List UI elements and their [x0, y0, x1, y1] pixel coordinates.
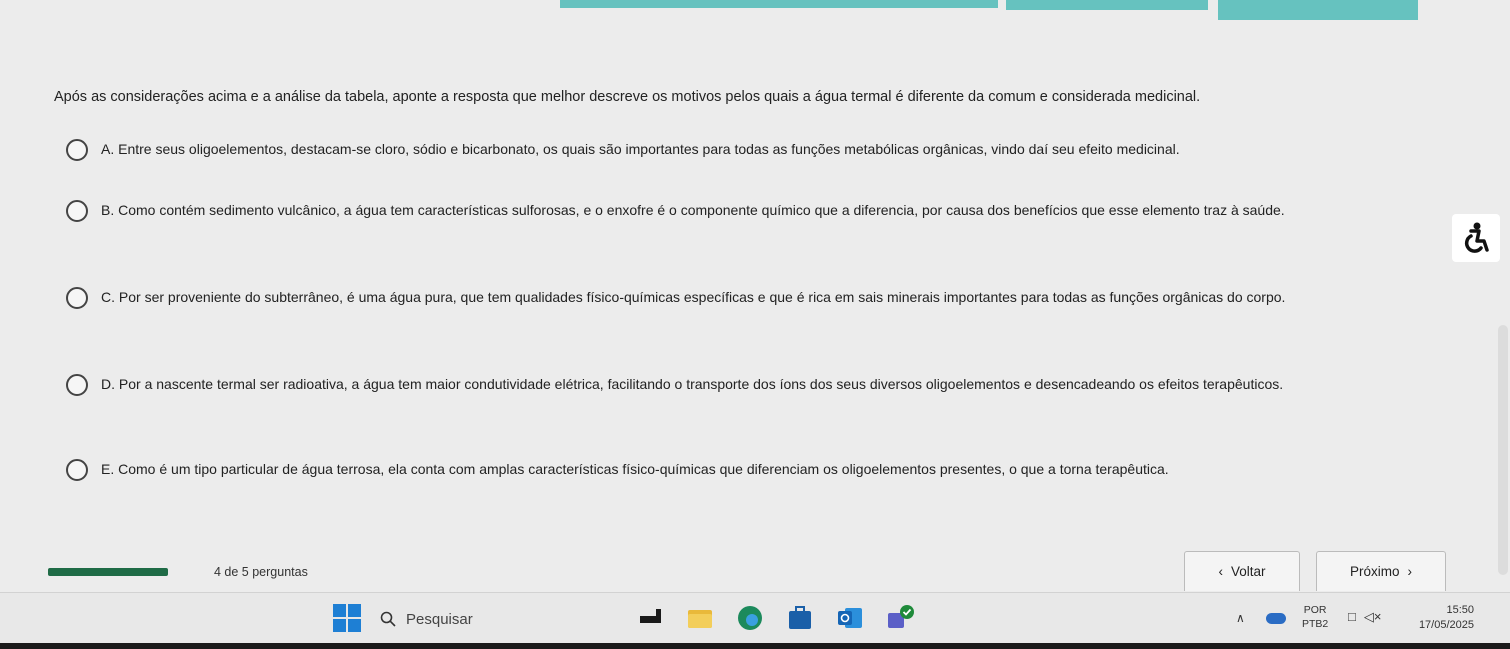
- option-text-c[interactable]: C. Por ser proveniente do subterrâneo, é…: [101, 288, 1441, 307]
- edge-browser-icon[interactable]: [736, 604, 764, 632]
- clock-time: 15:50: [1446, 604, 1474, 616]
- radio-button-d[interactable]: [66, 374, 88, 396]
- chevron-left-icon: ‹: [1218, 564, 1223, 579]
- terminal-app-icon[interactable]: [636, 604, 664, 632]
- outlook-icon[interactable]: [836, 604, 864, 632]
- header-segment: [560, 0, 998, 8]
- radio-button-c[interactable]: [66, 287, 88, 309]
- header-segment: [1006, 0, 1208, 10]
- accessibility-icon[interactable]: [1452, 214, 1500, 262]
- top-header-bar: [0, 0, 1510, 22]
- teams-icon[interactable]: [886, 604, 914, 632]
- file-explorer-icon[interactable]: [686, 604, 714, 632]
- taskbar-search[interactable]: Pesquisar: [380, 604, 473, 634]
- progress-bar: [48, 568, 168, 576]
- windows-taskbar: Pesquisar ∧ POR PTB2 □ ◁× 15:50 17/05/20…: [0, 592, 1510, 649]
- radio-button-a[interactable]: [66, 139, 88, 161]
- header-segment: [1218, 0, 1418, 20]
- screen-bezel: [0, 643, 1510, 649]
- store-icon[interactable]: [786, 604, 814, 632]
- scrollbar[interactable]: [1498, 325, 1508, 575]
- search-icon: [380, 611, 396, 627]
- radio-button-e[interactable]: [66, 459, 88, 481]
- option-text-b[interactable]: B. Como contém sedimento vulcânico, a ág…: [101, 201, 1441, 220]
- back-button-label: Voltar: [1230, 564, 1266, 579]
- speaker-muted-icon[interactable]: ◁×: [1364, 609, 1382, 625]
- next-button-label: Próximo: [1349, 564, 1400, 579]
- display-icon[interactable]: □: [1348, 609, 1356, 625]
- option-text-e[interactable]: E. Como é um tipo particular de água ter…: [101, 460, 1441, 479]
- radio-button-b[interactable]: [66, 200, 88, 222]
- option-text-d[interactable]: D. Por a nascente termal ser radioativa,…: [101, 375, 1441, 394]
- option-text-a[interactable]: A. Entre seus oligoelementos, destacam-s…: [101, 140, 1441, 159]
- search-placeholder: Pesquisar: [406, 610, 473, 628]
- system-clock[interactable]: 15:50 17/05/2025: [1419, 603, 1474, 633]
- next-button[interactable]: Próximo ›: [1316, 551, 1446, 591]
- onedrive-icon[interactable]: [1266, 613, 1286, 624]
- clock-date: 17/05/2025: [1418, 619, 1474, 631]
- back-button[interactable]: ‹ Voltar: [1184, 551, 1300, 591]
- windows-start-icon[interactable]: [333, 604, 361, 632]
- progress-label: 4 de 5 perguntas: [214, 565, 308, 579]
- question-text: Após as considerações acima e a análise …: [54, 89, 1201, 105]
- language-indicator[interactable]: POR PTB2: [1302, 603, 1328, 631]
- tray-chevron-up-icon[interactable]: ∧: [1236, 611, 1245, 625]
- chevron-right-icon: ›: [1407, 564, 1413, 579]
